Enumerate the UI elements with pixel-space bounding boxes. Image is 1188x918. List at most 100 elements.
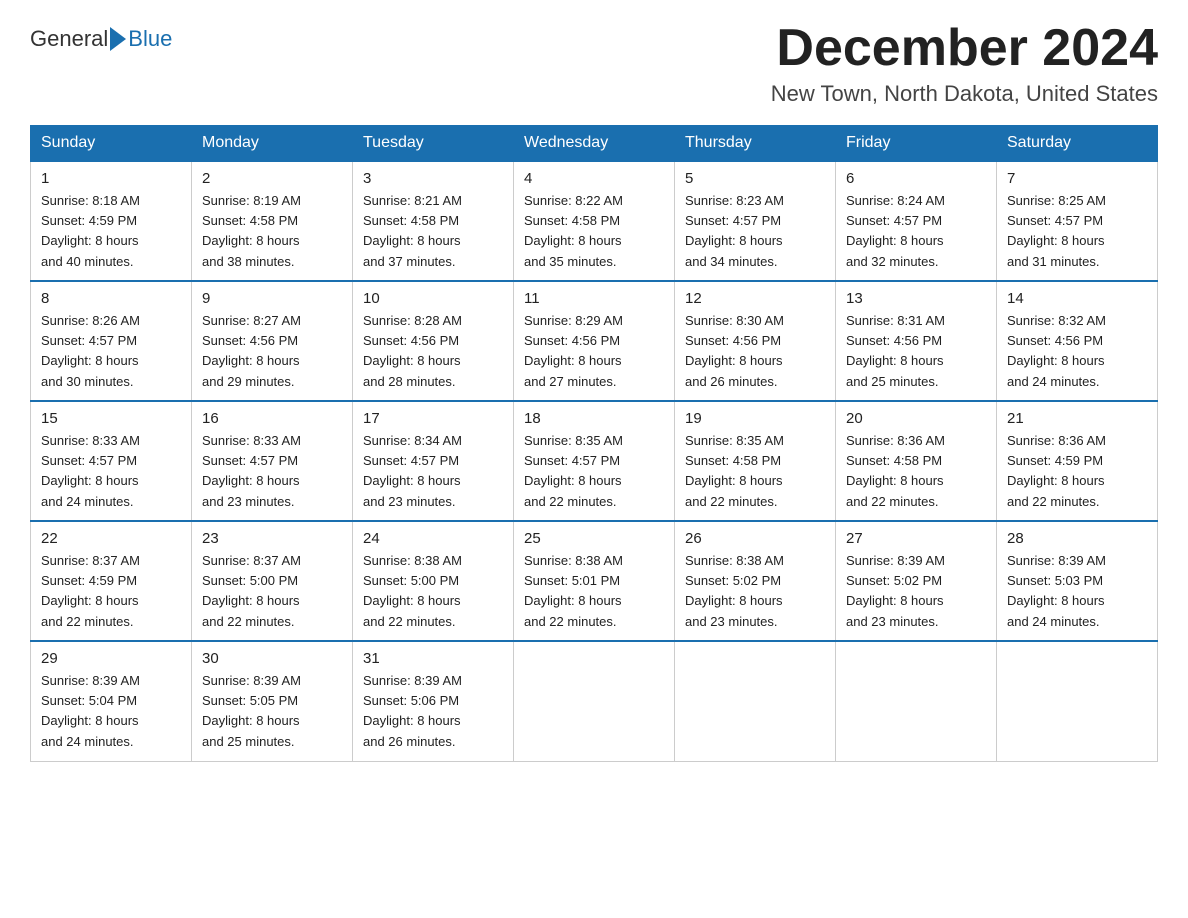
calendar-header-row: Sunday Monday Tuesday Wednesday Thursday… xyxy=(31,126,1158,162)
day-info: Sunrise: 8:21 AM Sunset: 4:58 PM Dayligh… xyxy=(363,191,503,272)
table-row: 21 Sunrise: 8:36 AM Sunset: 4:59 PM Dayl… xyxy=(997,401,1158,521)
table-row: 25 Sunrise: 8:38 AM Sunset: 5:01 PM Dayl… xyxy=(514,521,675,641)
day-number: 23 xyxy=(202,530,342,547)
col-monday: Monday xyxy=(192,126,353,162)
calendar-week-row: 29 Sunrise: 8:39 AM Sunset: 5:04 PM Dayl… xyxy=(31,641,1158,761)
table-row: 1 Sunrise: 8:18 AM Sunset: 4:59 PM Dayli… xyxy=(31,161,192,281)
table-row: 15 Sunrise: 8:33 AM Sunset: 4:57 PM Dayl… xyxy=(31,401,192,521)
table-row: 29 Sunrise: 8:39 AM Sunset: 5:04 PM Dayl… xyxy=(31,641,192,761)
day-info: Sunrise: 8:38 AM Sunset: 5:02 PM Dayligh… xyxy=(685,551,825,632)
day-number: 17 xyxy=(363,410,503,427)
day-info: Sunrise: 8:39 AM Sunset: 5:02 PM Dayligh… xyxy=(846,551,986,632)
day-info: Sunrise: 8:35 AM Sunset: 4:57 PM Dayligh… xyxy=(524,431,664,512)
day-number: 24 xyxy=(363,530,503,547)
day-number: 29 xyxy=(41,650,181,667)
day-info: Sunrise: 8:36 AM Sunset: 4:58 PM Dayligh… xyxy=(846,431,986,512)
table-row: 24 Sunrise: 8:38 AM Sunset: 5:00 PM Dayl… xyxy=(353,521,514,641)
table-row: 5 Sunrise: 8:23 AM Sunset: 4:57 PM Dayli… xyxy=(675,161,836,281)
month-title: December 2024 xyxy=(771,20,1158,77)
day-number: 20 xyxy=(846,410,986,427)
table-row xyxy=(675,641,836,761)
day-info: Sunrise: 8:33 AM Sunset: 4:57 PM Dayligh… xyxy=(202,431,342,512)
table-row: 3 Sunrise: 8:21 AM Sunset: 4:58 PM Dayli… xyxy=(353,161,514,281)
table-row: 4 Sunrise: 8:22 AM Sunset: 4:58 PM Dayli… xyxy=(514,161,675,281)
day-info: Sunrise: 8:39 AM Sunset: 5:04 PM Dayligh… xyxy=(41,671,181,752)
col-saturday: Saturday xyxy=(997,126,1158,162)
col-wednesday: Wednesday xyxy=(514,126,675,162)
day-info: Sunrise: 8:28 AM Sunset: 4:56 PM Dayligh… xyxy=(363,311,503,392)
day-number: 9 xyxy=(202,290,342,307)
col-thursday: Thursday xyxy=(675,126,836,162)
day-info: Sunrise: 8:26 AM Sunset: 4:57 PM Dayligh… xyxy=(41,311,181,392)
title-block: December 2024 New Town, North Dakota, Un… xyxy=(771,20,1158,107)
day-info: Sunrise: 8:38 AM Sunset: 5:00 PM Dayligh… xyxy=(363,551,503,632)
table-row: 20 Sunrise: 8:36 AM Sunset: 4:58 PM Dayl… xyxy=(836,401,997,521)
day-info: Sunrise: 8:31 AM Sunset: 4:56 PM Dayligh… xyxy=(846,311,986,392)
table-row: 22 Sunrise: 8:37 AM Sunset: 4:59 PM Dayl… xyxy=(31,521,192,641)
day-info: Sunrise: 8:18 AM Sunset: 4:59 PM Dayligh… xyxy=(41,191,181,272)
day-number: 5 xyxy=(685,170,825,187)
day-number: 8 xyxy=(41,290,181,307)
table-row: 8 Sunrise: 8:26 AM Sunset: 4:57 PM Dayli… xyxy=(31,281,192,401)
col-friday: Friday xyxy=(836,126,997,162)
day-number: 18 xyxy=(524,410,664,427)
day-info: Sunrise: 8:25 AM Sunset: 4:57 PM Dayligh… xyxy=(1007,191,1147,272)
table-row: 19 Sunrise: 8:35 AM Sunset: 4:58 PM Dayl… xyxy=(675,401,836,521)
table-row: 14 Sunrise: 8:32 AM Sunset: 4:56 PM Dayl… xyxy=(997,281,1158,401)
day-number: 21 xyxy=(1007,410,1147,427)
calendar-week-row: 8 Sunrise: 8:26 AM Sunset: 4:57 PM Dayli… xyxy=(31,281,1158,401)
day-info: Sunrise: 8:37 AM Sunset: 5:00 PM Dayligh… xyxy=(202,551,342,632)
day-number: 1 xyxy=(41,170,181,187)
table-row: 11 Sunrise: 8:29 AM Sunset: 4:56 PM Dayl… xyxy=(514,281,675,401)
day-number: 2 xyxy=(202,170,342,187)
table-row: 9 Sunrise: 8:27 AM Sunset: 4:56 PM Dayli… xyxy=(192,281,353,401)
day-number: 22 xyxy=(41,530,181,547)
day-info: Sunrise: 8:27 AM Sunset: 4:56 PM Dayligh… xyxy=(202,311,342,392)
logo-general-text: General xyxy=(30,26,108,52)
table-row: 10 Sunrise: 8:28 AM Sunset: 4:56 PM Dayl… xyxy=(353,281,514,401)
day-number: 14 xyxy=(1007,290,1147,307)
table-row: 6 Sunrise: 8:24 AM Sunset: 4:57 PM Dayli… xyxy=(836,161,997,281)
day-number: 15 xyxy=(41,410,181,427)
logo-arrow-icon xyxy=(110,27,126,51)
day-info: Sunrise: 8:37 AM Sunset: 4:59 PM Dayligh… xyxy=(41,551,181,632)
day-number: 30 xyxy=(202,650,342,667)
day-number: 3 xyxy=(363,170,503,187)
day-number: 11 xyxy=(524,290,664,307)
day-info: Sunrise: 8:38 AM Sunset: 5:01 PM Dayligh… xyxy=(524,551,664,632)
day-info: Sunrise: 8:29 AM Sunset: 4:56 PM Dayligh… xyxy=(524,311,664,392)
table-row xyxy=(997,641,1158,761)
col-sunday: Sunday xyxy=(31,126,192,162)
day-info: Sunrise: 8:35 AM Sunset: 4:58 PM Dayligh… xyxy=(685,431,825,512)
day-info: Sunrise: 8:34 AM Sunset: 4:57 PM Dayligh… xyxy=(363,431,503,512)
table-row: 16 Sunrise: 8:33 AM Sunset: 4:57 PM Dayl… xyxy=(192,401,353,521)
day-number: 28 xyxy=(1007,530,1147,547)
day-info: Sunrise: 8:32 AM Sunset: 4:56 PM Dayligh… xyxy=(1007,311,1147,392)
table-row: 28 Sunrise: 8:39 AM Sunset: 5:03 PM Dayl… xyxy=(997,521,1158,641)
day-info: Sunrise: 8:39 AM Sunset: 5:05 PM Dayligh… xyxy=(202,671,342,752)
day-number: 19 xyxy=(685,410,825,427)
day-number: 16 xyxy=(202,410,342,427)
table-row: 30 Sunrise: 8:39 AM Sunset: 5:05 PM Dayl… xyxy=(192,641,353,761)
calendar-week-row: 1 Sunrise: 8:18 AM Sunset: 4:59 PM Dayli… xyxy=(31,161,1158,281)
day-info: Sunrise: 8:39 AM Sunset: 5:06 PM Dayligh… xyxy=(363,671,503,752)
logo-blue-text: Blue xyxy=(128,26,172,52)
table-row: 23 Sunrise: 8:37 AM Sunset: 5:00 PM Dayl… xyxy=(192,521,353,641)
day-info: Sunrise: 8:36 AM Sunset: 4:59 PM Dayligh… xyxy=(1007,431,1147,512)
table-row: 12 Sunrise: 8:30 AM Sunset: 4:56 PM Dayl… xyxy=(675,281,836,401)
calendar-week-row: 15 Sunrise: 8:33 AM Sunset: 4:57 PM Dayl… xyxy=(31,401,1158,521)
col-tuesday: Tuesday xyxy=(353,126,514,162)
day-number: 4 xyxy=(524,170,664,187)
table-row: 13 Sunrise: 8:31 AM Sunset: 4:56 PM Dayl… xyxy=(836,281,997,401)
day-info: Sunrise: 8:24 AM Sunset: 4:57 PM Dayligh… xyxy=(846,191,986,272)
page-header: General Blue December 2024 New Town, Nor… xyxy=(30,20,1158,107)
day-info: Sunrise: 8:33 AM Sunset: 4:57 PM Dayligh… xyxy=(41,431,181,512)
day-number: 27 xyxy=(846,530,986,547)
day-number: 13 xyxy=(846,290,986,307)
day-number: 25 xyxy=(524,530,664,547)
table-row: 7 Sunrise: 8:25 AM Sunset: 4:57 PM Dayli… xyxy=(997,161,1158,281)
day-number: 6 xyxy=(846,170,986,187)
table-row: 31 Sunrise: 8:39 AM Sunset: 5:06 PM Dayl… xyxy=(353,641,514,761)
day-info: Sunrise: 8:19 AM Sunset: 4:58 PM Dayligh… xyxy=(202,191,342,272)
table-row: 27 Sunrise: 8:39 AM Sunset: 5:02 PM Dayl… xyxy=(836,521,997,641)
